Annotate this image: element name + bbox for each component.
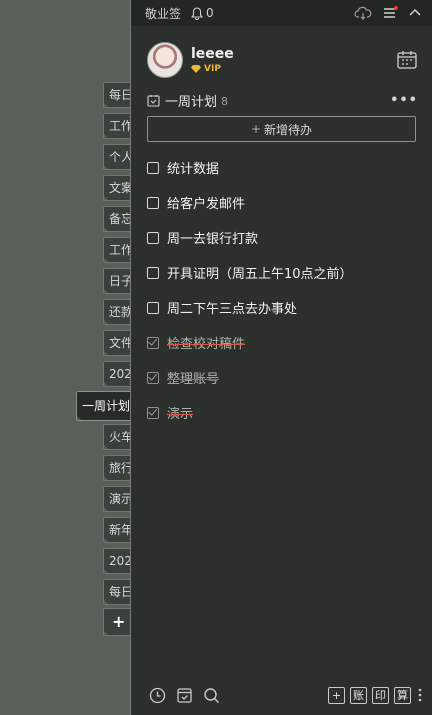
tab-1[interactable]: 工作 xyxy=(103,113,133,139)
avatar[interactable] xyxy=(147,42,183,78)
todo-item[interactable]: 给客户发邮件 xyxy=(131,185,432,220)
notification-button[interactable]: 0 xyxy=(191,6,214,20)
account-button[interactable]: 账 xyxy=(350,686,367,704)
todo-checkbox[interactable] xyxy=(147,196,159,209)
todo-item[interactable]: 周二下午三点去办事处 xyxy=(131,290,432,325)
diamond-icon xyxy=(191,65,201,73)
todo-text: 统计数据 xyxy=(167,162,220,177)
todo-checkbox-checked[interactable] xyxy=(147,336,159,349)
bell-icon xyxy=(191,6,204,20)
todo-checkbox-checked[interactable] xyxy=(147,371,159,384)
tab-9[interactable]: 202 xyxy=(103,361,133,387)
todo-item-done[interactable]: 演示 xyxy=(131,395,432,430)
todo-item[interactable]: 周一去银行打款 xyxy=(131,220,432,255)
todo-checkbox-checked[interactable] xyxy=(147,406,159,419)
todo-item[interactable]: 开具证明（周五上午10点之前） xyxy=(131,255,432,290)
todo-text: 开具证明（周五上午10点之前） xyxy=(167,267,353,282)
tab-4[interactable]: 备忘 xyxy=(103,206,133,232)
section-count: 8 xyxy=(221,94,229,108)
todo-text: 给客户发邮件 xyxy=(167,197,246,212)
add-note-button[interactable]: + xyxy=(328,686,345,704)
tab-16[interactable]: 每日 xyxy=(103,579,133,605)
user-profile: leeee VIP xyxy=(131,26,432,82)
collapse-chevron-icon[interactable] xyxy=(408,6,422,20)
todo-text: 周二下午三点去办事处 xyxy=(167,302,298,317)
section-header: 一周计划 8 ••• xyxy=(131,88,432,112)
todo-checkbox[interactable] xyxy=(147,301,159,314)
tab-5[interactable]: 工作 xyxy=(103,237,133,263)
tab-8[interactable]: 文件 xyxy=(103,330,133,356)
section-title: 一周计划 xyxy=(165,94,218,110)
todo-text: 整理账号 xyxy=(167,372,220,387)
menu-icon xyxy=(384,6,398,18)
tab-12[interactable]: 旅行 xyxy=(103,455,133,481)
tab-11[interactable]: 火车 xyxy=(103,424,133,450)
todo-item[interactable]: 统计数据 xyxy=(131,150,432,185)
todo-item-done[interactable]: 检查校对稿件 xyxy=(131,325,432,360)
calculator-button[interactable]: 算 xyxy=(394,686,411,704)
top-bar: 敬业签 0 xyxy=(131,0,432,26)
vip-badge: VIP xyxy=(191,64,234,74)
todo-checkbox[interactable] xyxy=(147,161,159,174)
vip-label: VIP xyxy=(204,64,221,74)
todo-checkbox[interactable] xyxy=(147,266,159,279)
todo-item-done[interactable]: 整理账号 xyxy=(131,360,432,395)
print-button[interactable]: 印 xyxy=(372,686,389,704)
todo-text: 演示 xyxy=(167,407,194,422)
add-todo-button[interactable]: + 新增待办 xyxy=(147,116,416,142)
calendar-icon[interactable] xyxy=(396,49,418,71)
search-icon[interactable] xyxy=(203,687,220,704)
tab-14[interactable]: 新年 xyxy=(103,517,133,543)
todo-list: 统计数据 给客户发邮件 周一去银行打款 开具证明（周五上午10点之前） 周二下午… xyxy=(131,150,432,430)
tab-3[interactable]: 文案 xyxy=(103,175,133,201)
plus-icon: + xyxy=(250,122,262,136)
cloud-sync-icon[interactable] xyxy=(354,6,372,20)
archive-check-icon[interactable] xyxy=(176,687,193,704)
todo-text: 检查校对稿件 xyxy=(167,337,246,352)
user-name: leeee xyxy=(191,46,234,62)
add-todo-label: 新增待办 xyxy=(264,122,313,137)
tab-13[interactable]: 演示 xyxy=(103,486,133,512)
more-vertical-icon[interactable] xyxy=(418,687,422,703)
app-name: 敬业签 xyxy=(145,6,182,21)
tab-15[interactable]: 202 xyxy=(103,548,133,574)
checklist-icon xyxy=(147,94,160,107)
tab-active-weekly-plan[interactable]: 一周计划 xyxy=(76,391,133,421)
menu-button[interactable] xyxy=(382,5,398,21)
todo-checkbox[interactable] xyxy=(147,231,159,244)
tab-7[interactable]: 还款 xyxy=(103,299,133,325)
tab-2[interactable]: 个人 xyxy=(103,144,133,170)
bottom-toolbar: + 账 印 算 xyxy=(131,675,432,715)
tab-6[interactable]: 日子 xyxy=(103,268,133,294)
tab-0[interactable]: 每日 xyxy=(103,82,133,108)
todo-text: 周一去银行打款 xyxy=(167,232,259,247)
notification-count: 0 xyxy=(206,6,214,20)
add-tab-button[interactable]: + xyxy=(103,608,133,636)
more-options-icon[interactable]: ••• xyxy=(390,93,418,108)
clock-icon[interactable] xyxy=(149,687,166,704)
main-panel: 敬业签 0 leeee VIP 一周计划 8 ••• + 新增待办 统计数据 给… xyxy=(130,0,432,715)
